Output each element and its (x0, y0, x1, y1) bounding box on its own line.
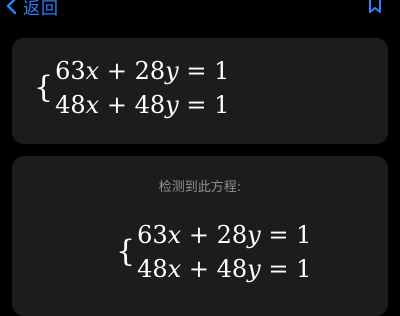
detected-equation-system: { 63x + 28y = 1 48x + 48y = 1 (116, 218, 311, 286)
equation-row: 63x + 28y = 1 (137, 221, 312, 249)
back-label: 返回 (23, 0, 59, 19)
equation-row: 48x + 48y = 1 (137, 255, 312, 283)
equation-row: 63x + 28y = 1 (55, 57, 230, 85)
bookmark-icon (368, 0, 382, 18)
input-equation-system: { 63x + 28y = 1 48x + 48y = 1 (34, 54, 229, 122)
equation-row: 48x + 48y = 1 (55, 91, 230, 119)
left-brace: { (116, 234, 136, 269)
chevron-left-icon (6, 0, 17, 15)
navigation-bar: 返回 (0, 0, 400, 24)
back-button[interactable]: 返回 (6, 0, 59, 19)
bookmark-button[interactable] (368, 0, 382, 14)
left-brace: { (34, 70, 54, 105)
detected-equation-label: 检测到此方程: (158, 180, 242, 195)
